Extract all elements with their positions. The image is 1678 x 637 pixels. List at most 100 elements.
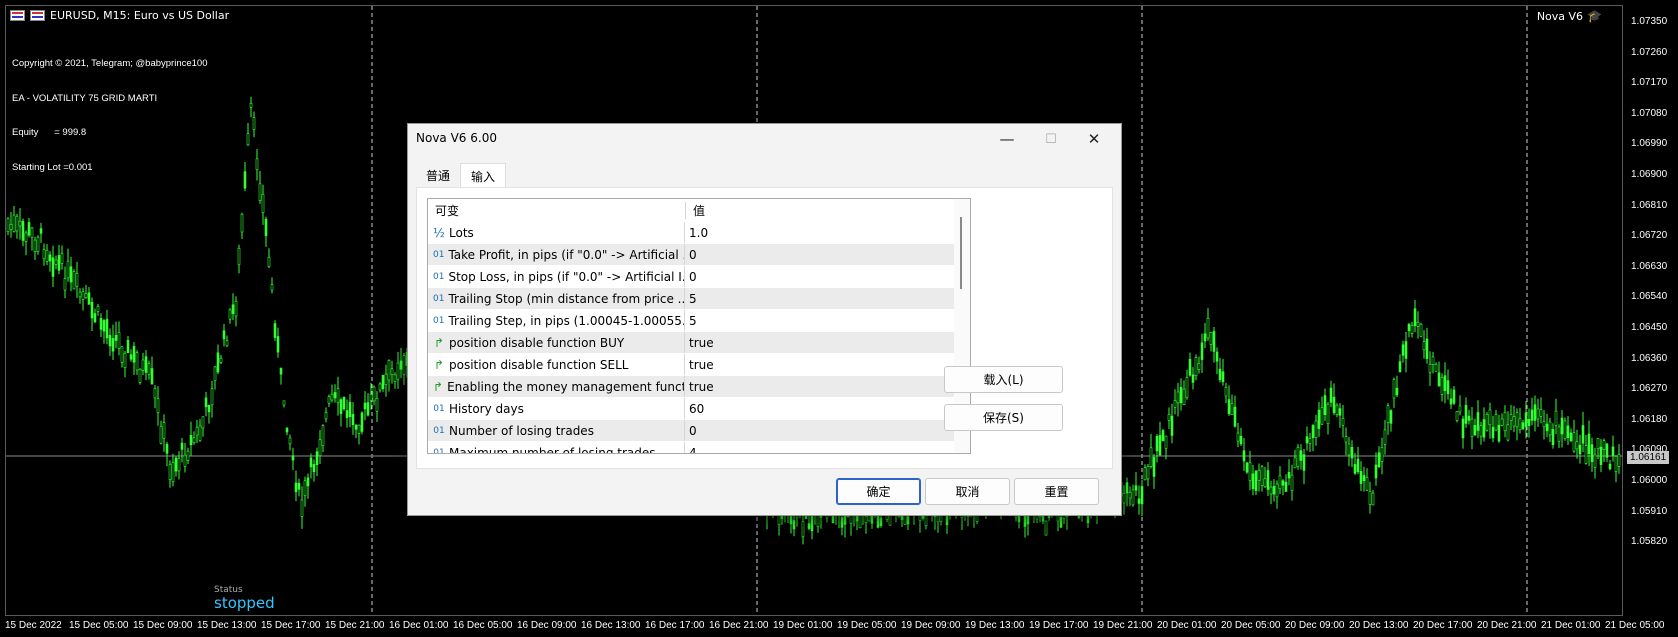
price-tick-label: 1.06630	[1631, 260, 1668, 272]
time-tick-label: 21 Dec 01:00	[1541, 620, 1601, 631]
input-row[interactable]: 01 Trailing Step, in pips (1.00045-1.0005…	[428, 309, 970, 331]
tab-common[interactable]: 普通	[416, 163, 460, 187]
time-tick-label: 20 Dec 01:00	[1157, 620, 1217, 631]
price-tick-label: 1.07170	[1631, 77, 1668, 89]
time-tick-label: 19 Dec 09:00	[901, 620, 961, 631]
input-value[interactable]: true	[685, 358, 714, 372]
input-row[interactable]: 01 Trailing Stop (min distance from price…	[428, 287, 970, 309]
price-tick-label: 1.06900	[1631, 169, 1668, 180]
time-tick-label: 15 Dec 13:00	[197, 620, 257, 631]
cancel-button[interactable]: 取消	[925, 478, 1010, 505]
reset-button[interactable]: 重置	[1014, 478, 1099, 505]
bool-icon: ↱	[433, 335, 445, 350]
input-value[interactable]: true	[685, 380, 714, 394]
grid-rows: ½ Lots 1.0 01 Take Profit, in pips (if "0.0"…	[428, 221, 970, 454]
input-value[interactable]: 4	[685, 446, 697, 454]
integer-icon: 01	[433, 425, 445, 436]
input-name-cell: 01 Trailing Stop (min distance from price…	[428, 288, 685, 309]
bool-icon: ↱	[433, 379, 444, 394]
close-button[interactable]: ✕	[1071, 124, 1117, 154]
price-tick-label: 1.06990	[1631, 138, 1668, 150]
time-tick-label: 21 Dec 05:00	[1605, 620, 1665, 631]
save-button[interactable]: 保存(S)	[944, 404, 1063, 431]
input-name-cell: 01 Maximum number of losing trades	[428, 442, 685, 454]
input-row[interactable]: ↱ position disable function BUY true	[428, 331, 970, 353]
input-name: Maximum number of losing trades	[449, 445, 656, 454]
input-row[interactable]: 01 History days 60	[428, 397, 970, 419]
status-value: stopped	[214, 594, 275, 612]
time-tick-label: 16 Dec 13:00	[581, 620, 641, 631]
price-tick-label: 1.06180	[1631, 413, 1668, 425]
input-row[interactable]: 01 Take Profit, in pips (if "0.0" -> Arti…	[428, 243, 970, 265]
integer-icon: 01	[433, 249, 445, 260]
input-value[interactable]: 5	[685, 292, 697, 306]
time-tick-label: 15 Dec 21:00	[325, 620, 385, 631]
fraction-icon: ½	[433, 225, 445, 240]
column-value[interactable]: 值	[686, 202, 705, 219]
input-name: Take Profit, in pips (if "0.0" -> Artifi…	[448, 247, 685, 262]
input-row[interactable]: 01 Number of losing trades 0	[428, 419, 970, 441]
price-tick-label: 1.06720	[1631, 230, 1668, 242]
time-tick-label: 19 Dec 21:00	[1093, 620, 1153, 631]
time-axis[interactable]: 15 Dec 2022 15 Dec 05:00 15 Dec 09:00 15 De…	[0, 616, 1665, 637]
ok-button[interactable]: 确定	[836, 478, 921, 505]
grid-header: 可变 值	[428, 199, 970, 221]
integer-icon: 01	[433, 271, 445, 282]
ea-info-block: Copyright © 2021, Telegram; @babyprince1…	[12, 35, 208, 196]
input-row[interactable]: ↱ position disable function SELL true	[428, 353, 970, 375]
inputs-grid: 可变 值 ½ Lots 1.0 01 Take Profit, in pips (if …	[427, 198, 971, 454]
time-tick-label: 15 Dec 09:00	[133, 620, 193, 631]
time-tick-label: 19 Dec 01:00	[773, 620, 833, 631]
input-value[interactable]: 0	[685, 424, 697, 438]
time-tick-label: 20 Dec 17:00	[1413, 620, 1473, 631]
current-price-label: 1.06161	[1627, 451, 1670, 464]
minimize-button[interactable]: —	[984, 124, 1030, 154]
dialog-tabs: 普通 输入	[416, 163, 507, 187]
input-row[interactable]: 01 Stop Loss, in pips (if "0.0" -> Artifi…	[428, 265, 970, 287]
input-row[interactable]: ½ Lots 1.0	[428, 221, 970, 243]
info-line-equity: Equity = 999.8	[12, 127, 87, 138]
input-name-cell: ½ Lots	[428, 222, 685, 243]
input-name-cell: ↱ Enabling the money management funct...	[428, 376, 685, 397]
column-variable[interactable]: 可变	[428, 201, 686, 219]
time-tick-label: 15 Dec 05:00	[69, 620, 129, 631]
price-tick-label: 1.05910	[1631, 505, 1668, 517]
expert-advisor-indicator[interactable]: Nova V6 🎓	[1537, 9, 1602, 23]
input-name-cell: 01 Stop Loss, in pips (if "0.0" -> Artifi…	[428, 266, 685, 287]
price-tick-label: 1.07350	[1631, 16, 1668, 27]
integer-icon: 01	[433, 293, 445, 304]
input-value[interactable]: 0	[685, 270, 697, 284]
time-tick-label: 19 Dec 17:00	[1029, 620, 1089, 631]
input-value[interactable]: true	[685, 336, 714, 350]
input-name: Trailing Stop (min distance from price .…	[448, 291, 685, 306]
price-axis[interactable]: 1.07350 1.07260 1.07170 1.07080 1.06990 1.069…	[1623, 0, 1678, 637]
time-tick-label: 16 Dec 05:00	[453, 620, 513, 631]
eu-flag-icon	[10, 10, 25, 21]
time-tick-label: 19 Dec 05:00	[837, 620, 897, 631]
scrollbar-thumb[interactable]	[960, 217, 962, 289]
input-value[interactable]: 0	[685, 248, 697, 262]
input-name: position disable function BUY	[449, 335, 625, 350]
input-name-cell: 01 Take Profit, in pips (if "0.0" -> Arti…	[428, 244, 685, 265]
input-name-cell: 01 Trailing Step, in pips (1.00045-1.0005…	[428, 310, 685, 331]
input-name: Stop Loss, in pips (if "0.0" -> Artifici…	[448, 269, 685, 284]
tab-inputs[interactable]: 输入	[460, 163, 507, 187]
input-name: position disable function SELL	[449, 357, 629, 372]
input-value[interactable]: 5	[685, 314, 697, 328]
maximize-button[interactable]: ☐	[1028, 124, 1074, 154]
integer-icon: 01	[433, 403, 445, 414]
graduation-cap-icon: 🎓	[1587, 9, 1602, 23]
input-row[interactable]: ↱ Enabling the money management funct... t…	[428, 375, 970, 397]
input-value[interactable]: 1.0	[685, 226, 708, 240]
input-name-cell: 01 History days	[428, 398, 685, 419]
price-tick-label: 1.06810	[1631, 199, 1668, 211]
load-button[interactable]: 载入(L)	[944, 366, 1063, 393]
ea-properties-dialog: Nova V6 6.00 — ☐ ✕ 普通 输入 可变 值 ½ Lots 1.0 01…	[407, 123, 1122, 516]
input-value[interactable]: 60	[685, 402, 704, 416]
info-line-lot: Starting Lot =0.001	[12, 161, 93, 173]
integer-icon: 01	[433, 315, 445, 326]
input-row[interactable]: 01 Maximum number of losing trades 4	[428, 441, 970, 454]
time-tick-label: 20 Dec 13:00	[1349, 620, 1409, 631]
time-tick-label: 20 Dec 21:00	[1477, 620, 1537, 631]
price-tick-label: 1.07080	[1631, 107, 1668, 119]
